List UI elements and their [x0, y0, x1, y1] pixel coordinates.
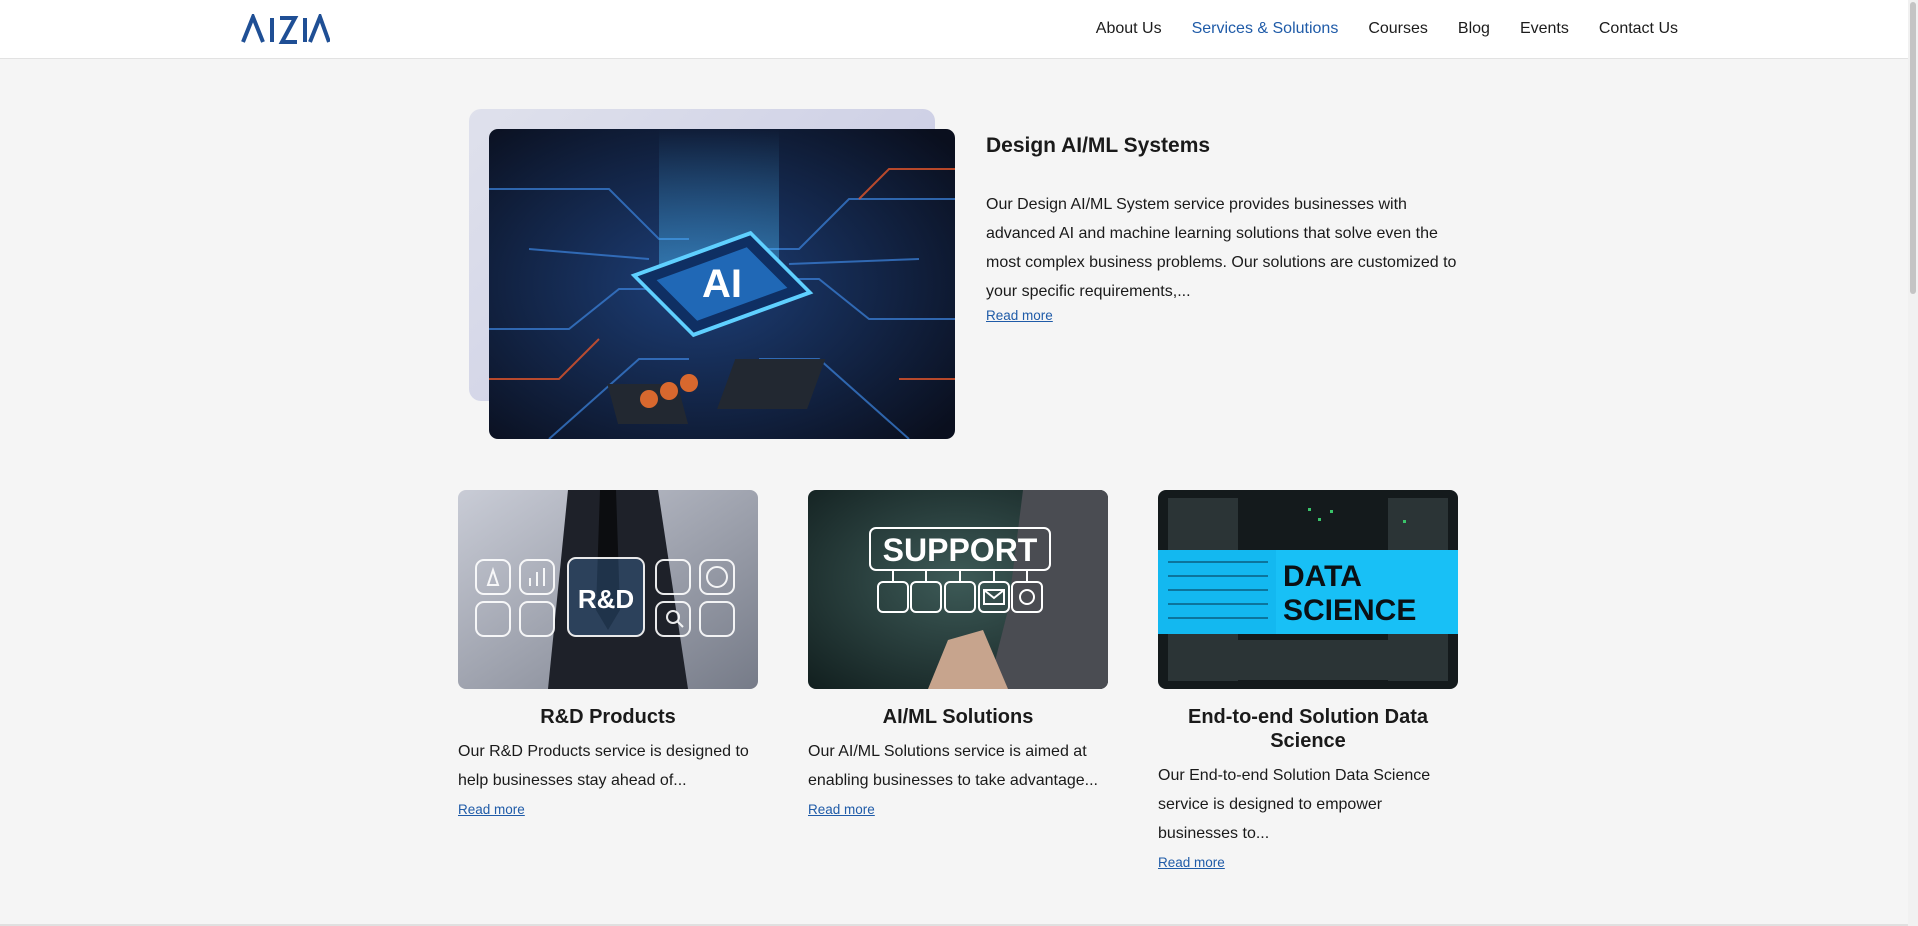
- support-image-label: SUPPORT: [883, 532, 1038, 568]
- featured-description: Our Design AI/ML System service provides…: [986, 196, 1457, 300]
- rd-products-read-more-link[interactable]: Read more: [458, 802, 525, 817]
- nav-courses[interactable]: Courses: [1368, 20, 1428, 38]
- data-science-read-more-link[interactable]: Read more: [1158, 855, 1225, 870]
- rd-image-label: R&D: [578, 584, 634, 614]
- nav-blog[interactable]: Blog: [1458, 20, 1490, 38]
- aiml-solutions-read-more-link[interactable]: Read more: [808, 802, 875, 817]
- featured-title: Design AI/ML Systems: [986, 134, 1211, 157]
- nav-contact-us[interactable]: Contact Us: [1599, 20, 1678, 38]
- nav-about-us[interactable]: About Us: [1096, 20, 1162, 38]
- rd-products-title: R&D Products: [540, 706, 676, 728]
- featured-image-ai-chip: AI: [489, 129, 955, 439]
- data-science-image: DATA SCIENCE: [1158, 490, 1458, 689]
- aiml-solutions-title: AI/ML Solutions: [882, 706, 1034, 728]
- rd-products-description: Our R&D Products service is designed to …: [458, 743, 749, 789]
- service-card-aiml-solutions: SUPPORT AI/ML Solutions Our AI/ML Soluti…: [808, 490, 1108, 819]
- data-science-description: Our End-to-end Solution Data Science ser…: [1158, 767, 1431, 842]
- scrollbar-thumb[interactable]: [1910, 2, 1916, 294]
- chip-label: AI: [702, 262, 742, 306]
- service-card-data-science: DATA SCIENCE End-to-end Solution Data Sc…: [1158, 490, 1458, 872]
- data-image-label: DATA: [1283, 560, 1362, 593]
- page-scrollbar[interactable]: [1908, 0, 1918, 926]
- rd-products-image: R&D: [458, 490, 758, 689]
- service-card-rd-products: R&D R&D Products Our R&D Products servic…: [458, 490, 758, 819]
- site-header: About Us Services & Solutions Courses Bl…: [0, 0, 1918, 59]
- aisia-logo[interactable]: [240, 14, 330, 44]
- featured-read-more-link[interactable]: Read more: [986, 308, 1053, 323]
- nav-events[interactable]: Events: [1520, 20, 1569, 38]
- aiml-solutions-image: SUPPORT: [808, 490, 1108, 689]
- science-image-label: SCIENCE: [1283, 594, 1416, 627]
- nav-services-solutions[interactable]: Services & Solutions: [1192, 20, 1339, 38]
- aiml-solutions-description: Our AI/ML Solutions service is aimed at …: [808, 743, 1098, 789]
- data-science-title: End-to-end Solution Data Science: [1188, 706, 1428, 752]
- main-nav: About Us Services & Solutions Courses Bl…: [1066, 0, 1678, 58]
